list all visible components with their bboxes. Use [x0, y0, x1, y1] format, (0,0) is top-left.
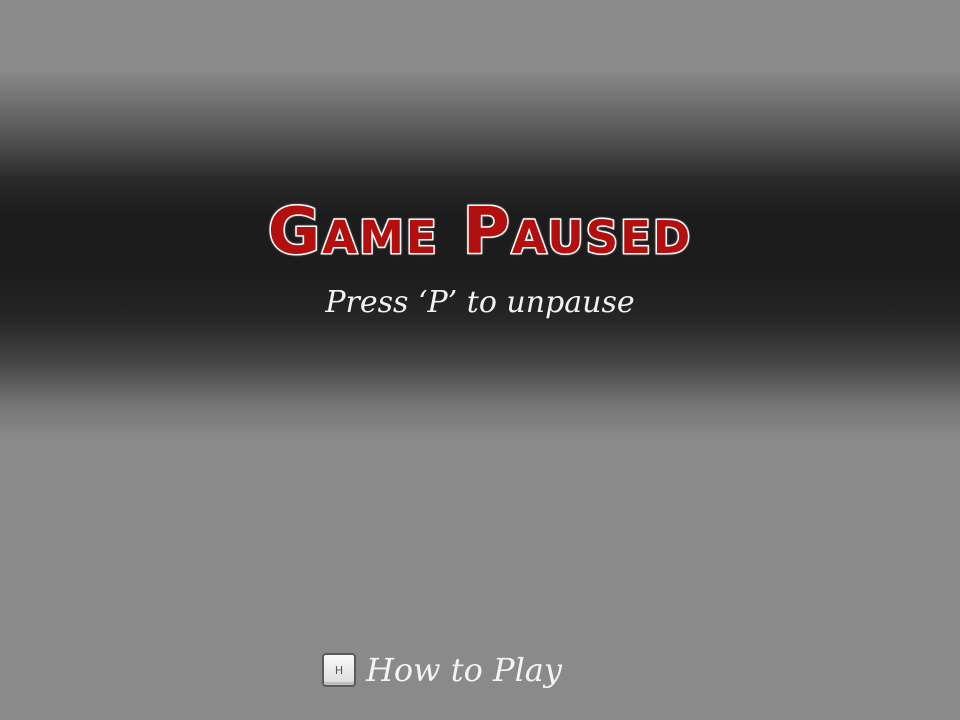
unpause-instruction: Press ‘P’ to unpause [325, 285, 635, 320]
game-paused-title: Game Paused [266, 194, 693, 271]
how-to-play-button[interactable]: H How to Play [322, 648, 562, 692]
pause-overlay-band [0, 0, 960, 720]
how-to-play-label: How to Play [366, 651, 562, 689]
h-key-icon: H [322, 653, 356, 687]
